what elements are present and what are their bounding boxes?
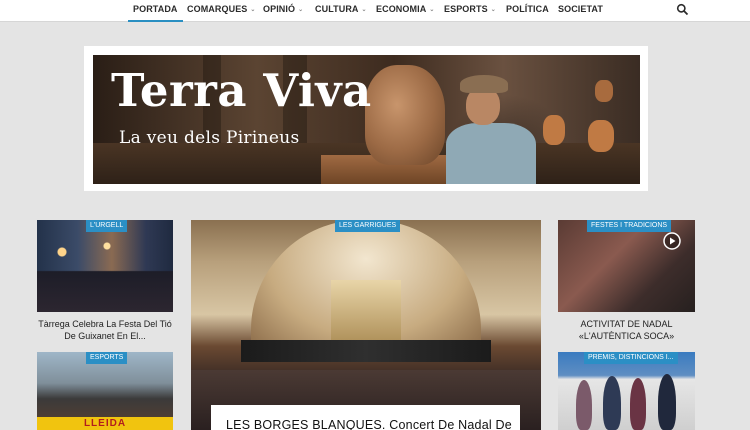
category-badge[interactable]: L'URGELL: [86, 220, 128, 232]
article-image-festes[interactable]: [558, 220, 695, 312]
article-title[interactable]: ACTIVITAT DE NADAL «L'AUTÈNTICA SOCA»: [558, 318, 695, 342]
nav-item-portada[interactable]: PORTADA: [128, 0, 183, 22]
site-banner[interactable]: Terra Viva La veu dels Pirineus: [93, 55, 640, 184]
nav-item-esports[interactable]: ESPORTS ⌄: [444, 0, 496, 22]
category-badge[interactable]: FESTES I TRADICIONS: [587, 220, 672, 232]
main-article-title[interactable]: LES BORGES BLANQUES. Concert De Nadal De: [226, 418, 512, 430]
main-navigation: PORTADA COMARQUES ⌄ OPINIÓ ⌄ CULTURA ⌄ ECON…: [0, 0, 750, 22]
nav-item-economia[interactable]: ECONOMIA ⌄: [376, 0, 434, 22]
chevron-down-icon: ⌄: [250, 7, 256, 13]
chevron-down-icon: ⌄: [298, 7, 304, 13]
article-image-urgell[interactable]: [37, 220, 173, 312]
nav-item-opinio[interactable]: OPINIÓ ⌄: [263, 0, 303, 22]
nav-item-politica[interactable]: POLÍTICA: [506, 0, 549, 22]
banner-title: Terra Viva: [111, 64, 372, 117]
category-badge[interactable]: PREMIS, DISTINCIONS I...: [584, 352, 678, 364]
nav-item-societat[interactable]: SOCIETAT: [558, 0, 603, 22]
category-badge[interactable]: ESPORTS: [86, 352, 128, 364]
chevron-down-icon: ⌄: [361, 7, 367, 13]
category-badge[interactable]: LES GARRIGUES: [335, 220, 401, 232]
banner-subtitle: La veu dels Pirineus: [119, 128, 300, 148]
search-icon[interactable]: [676, 3, 689, 16]
chevron-down-icon: ⌄: [490, 7, 496, 13]
banner-craftsman: [438, 75, 538, 184]
article-title[interactable]: Tàrrega Celebra La Festa Del Tió De Guix…: [37, 318, 173, 342]
banner-figurines: [533, 75, 633, 155]
main-article-image[interactable]: [191, 220, 541, 430]
nav-item-cultura[interactable]: CULTURA ⌄: [315, 0, 367, 22]
chevron-down-icon: ⌄: [429, 7, 435, 13]
nav-item-comarques[interactable]: COMARQUES ⌄: [187, 0, 256, 22]
choir: [241, 340, 491, 362]
image-banner-text: LLEIDA: [37, 417, 173, 430]
play-icon[interactable]: [663, 232, 681, 250]
banner-wood-carving: [365, 65, 445, 165]
